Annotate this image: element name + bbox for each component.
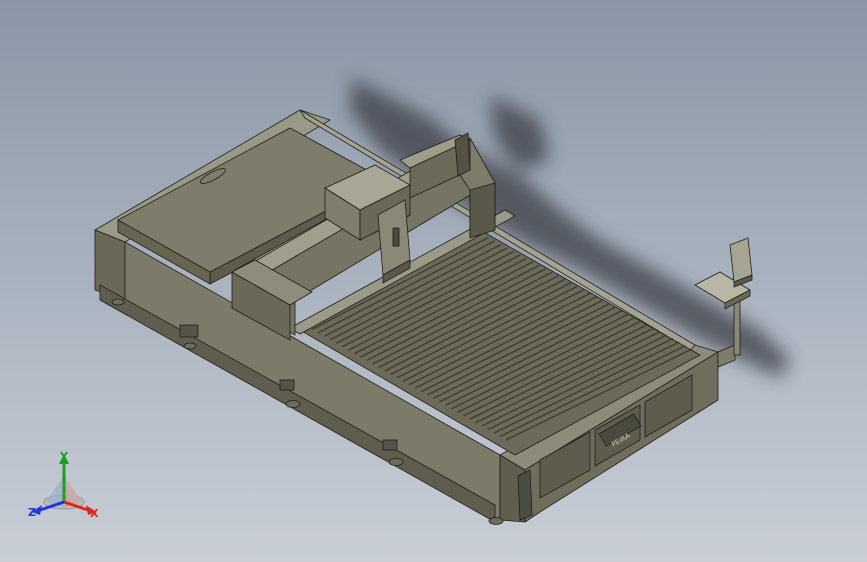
x-axis-label: X [90, 507, 99, 520]
coordinate-triad: Y X Z [26, 450, 106, 522]
cad-viewport[interactable]: PEIRA Y X Z [0, 0, 867, 562]
frame-side-left [94, 229, 126, 301]
laser-cutter-model[interactable]: PEIRA [0, 0, 867, 562]
y-axis-label: Y [59, 450, 69, 463]
z-axis-label: Z [28, 506, 36, 519]
control-panel-screen [729, 237, 753, 283]
